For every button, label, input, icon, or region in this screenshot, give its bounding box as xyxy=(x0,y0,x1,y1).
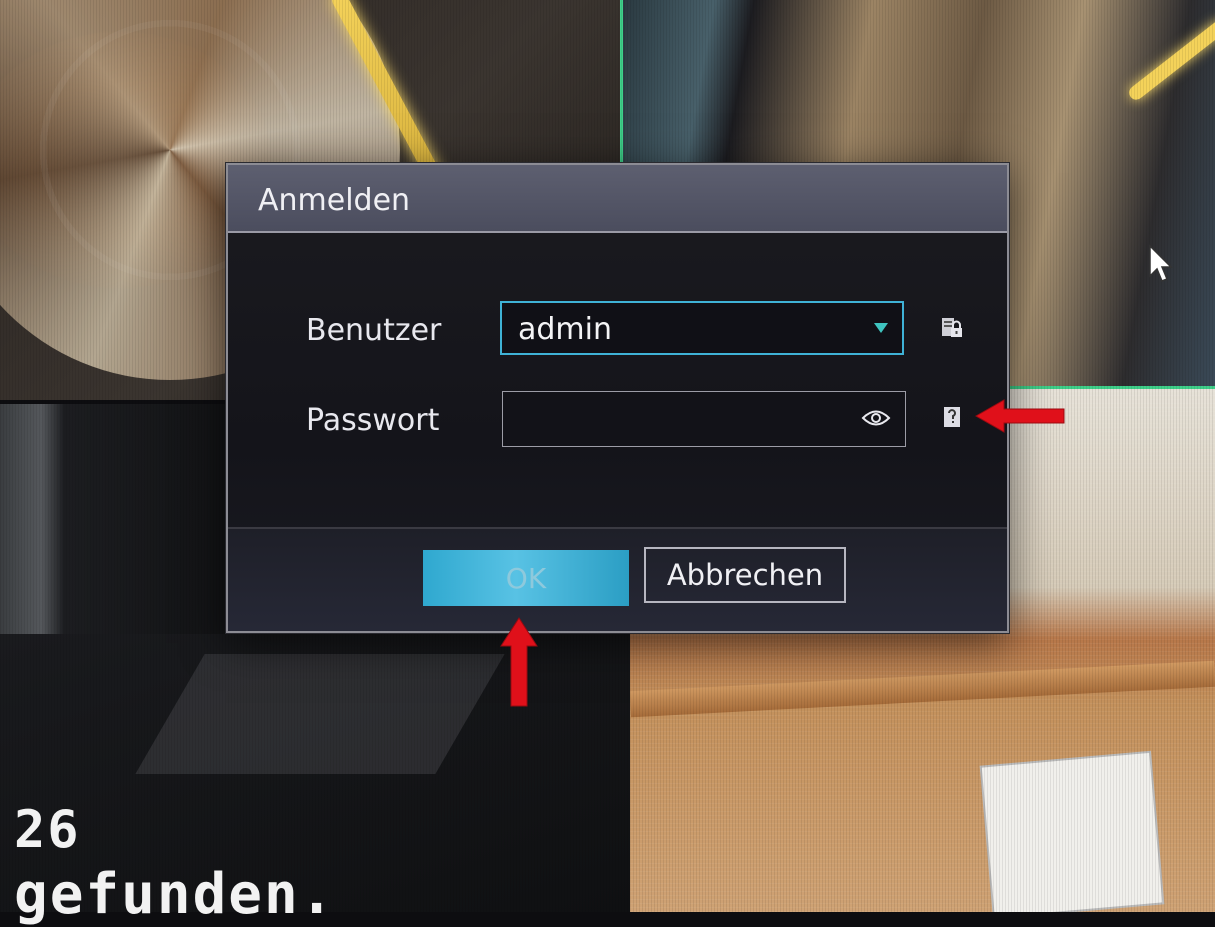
user-label: Benutzer xyxy=(306,313,442,348)
dialog-title-bar: Anmelden xyxy=(228,165,1007,233)
password-hint-icon[interactable] xyxy=(942,405,964,429)
dialog-title: Anmelden xyxy=(258,183,411,218)
mouse-cursor-icon xyxy=(1149,244,1173,282)
password-input[interactable] xyxy=(502,391,906,447)
password-label: Passwort xyxy=(306,403,440,438)
login-dialog: Anmelden Benutzer admin Passwort OK Abbr… xyxy=(226,163,1009,633)
tile-divider xyxy=(1008,386,1215,389)
whiteboard xyxy=(981,752,1163,912)
triangle-down-icon[interactable] xyxy=(874,323,888,333)
cancel-button[interactable]: Abbrechen xyxy=(644,547,846,603)
ok-button[interactable]: OK xyxy=(423,550,629,606)
annotation-arrow-left-icon xyxy=(974,399,1065,433)
eye-icon[interactable] xyxy=(861,407,891,429)
dim-object xyxy=(135,654,505,774)
user-select-value: admin xyxy=(518,312,612,347)
osd-text-line1: 26 xyxy=(14,800,81,860)
wooden-beam xyxy=(630,660,1215,718)
camera-tile-middle-left xyxy=(0,404,230,634)
annotation-arrow-up-icon xyxy=(500,617,538,707)
tile-divider xyxy=(620,0,623,165)
user-lock-icon[interactable] xyxy=(940,316,964,340)
osd-text-line2: gefunden. xyxy=(14,862,336,927)
user-select[interactable]: admin xyxy=(500,301,904,355)
ceiling-light xyxy=(1126,17,1215,103)
